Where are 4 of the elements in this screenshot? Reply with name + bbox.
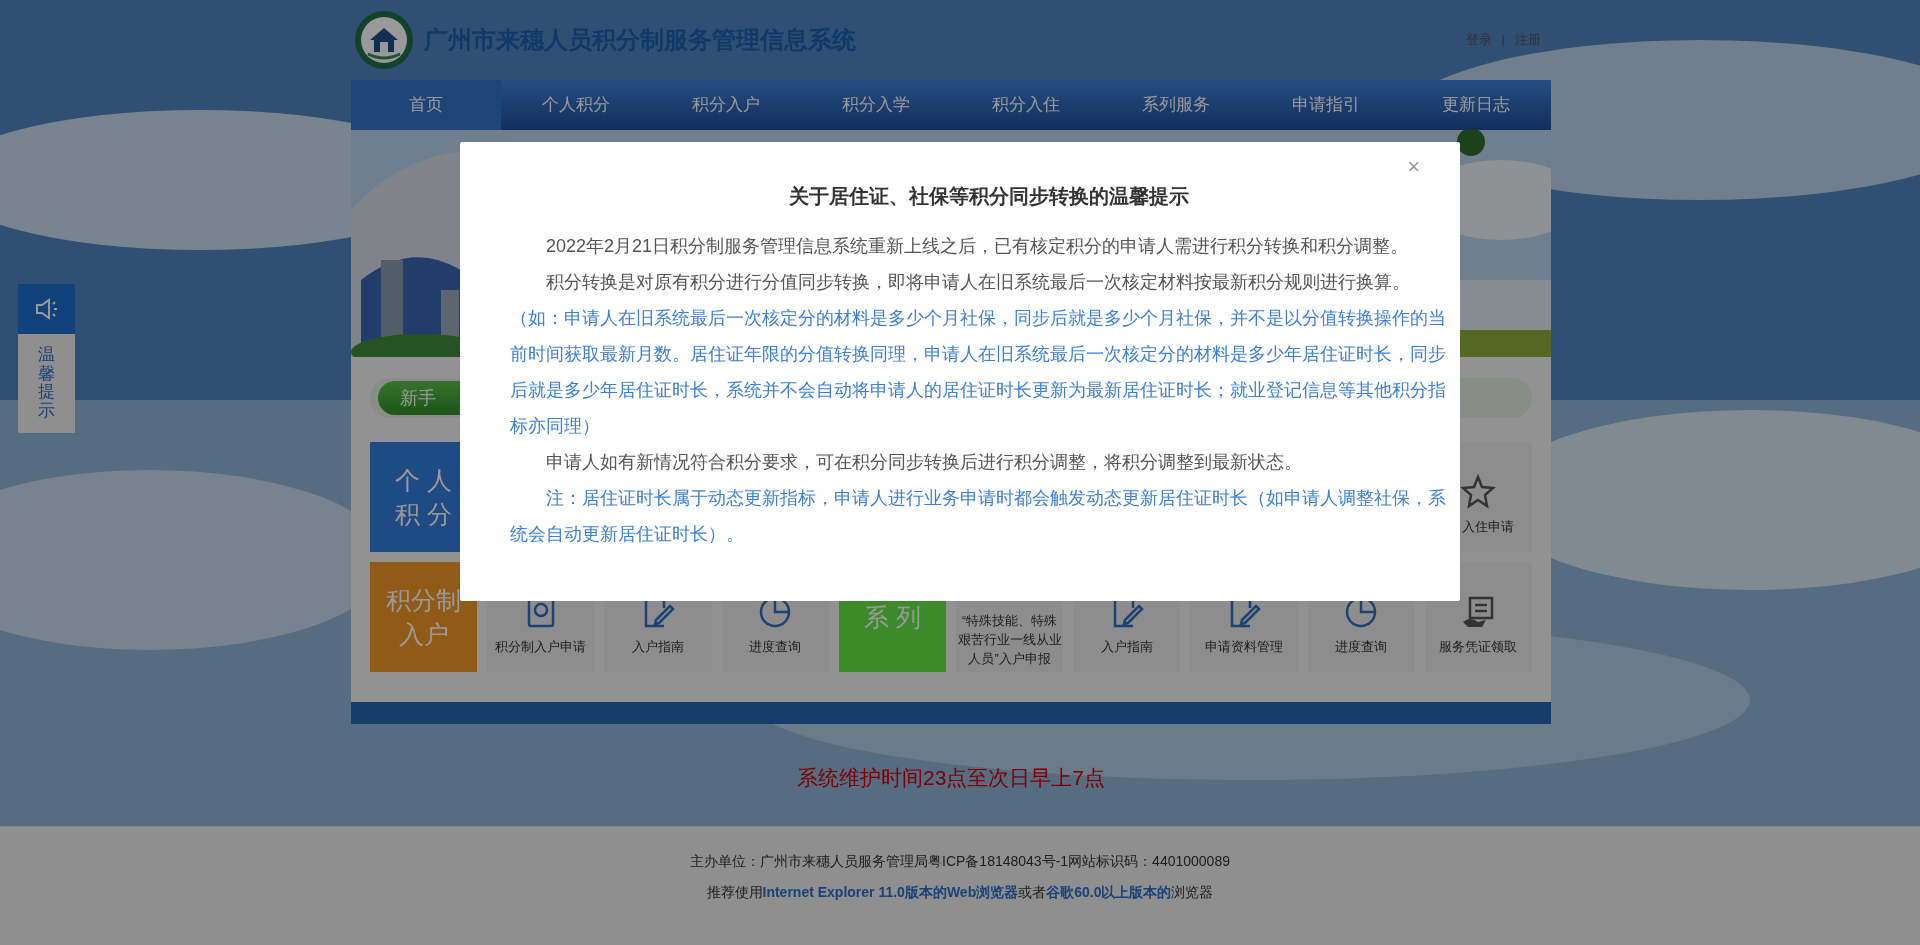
footer-text: 推荐使用Internet Explorer 11.0版本的Web浏览器或者谷歌60.0以上版本的浏览器 <box>706 883 1214 902</box>
footer-text: 主办单位：广州市来穗人员服务管理局粤ICP备18148043号-1网站标识码：4401000089 <box>690 852 1230 871</box>
browser-link[interactable]: Internet Explorer 11.0版本的Web浏览器 <box>762 884 1019 900</box>
browser-link[interactable]: 谷歌60.0以上版本的 <box>1046 884 1172 900</box>
